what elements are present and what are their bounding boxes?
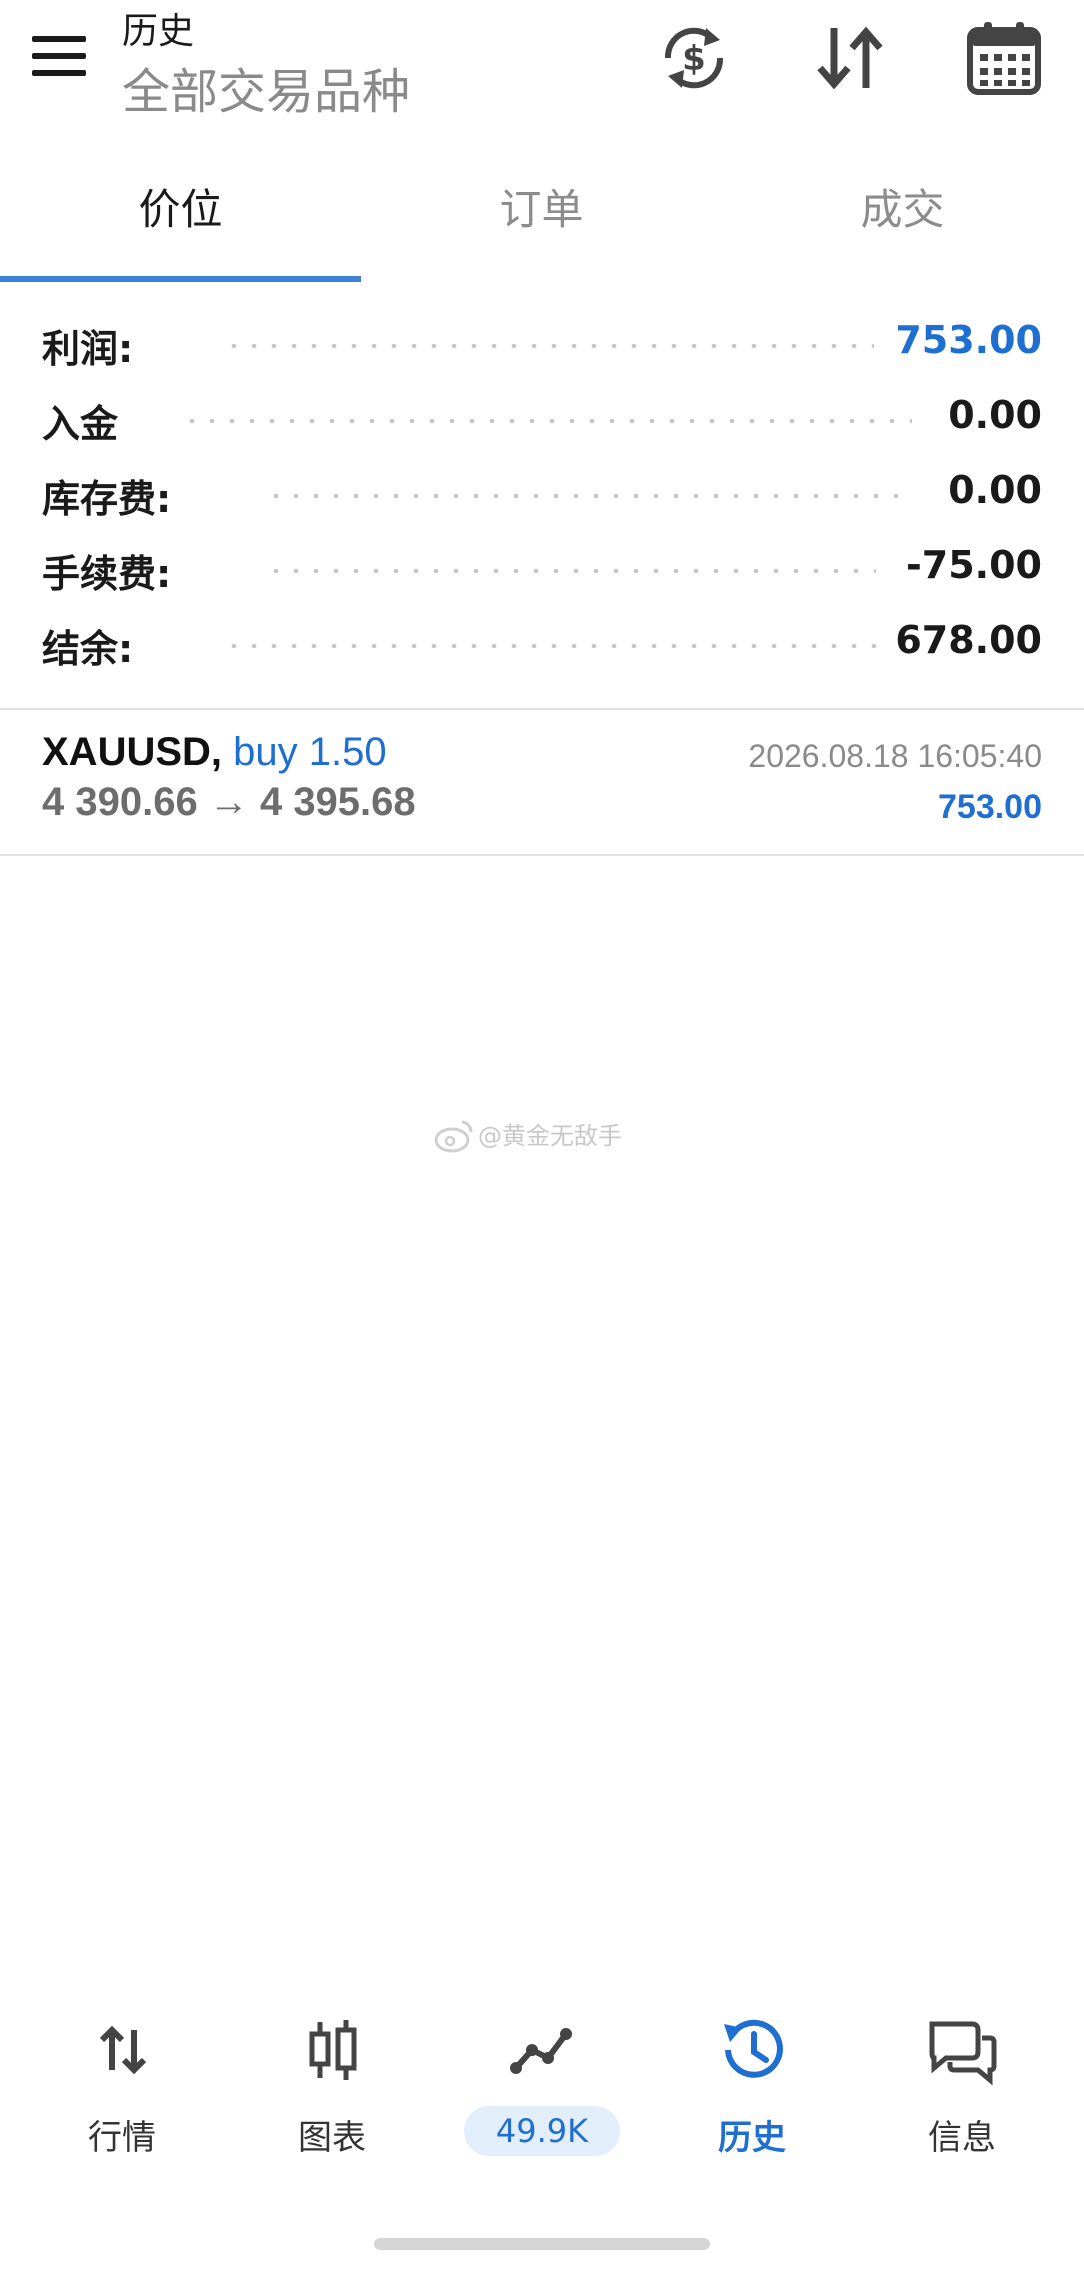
menu-icon[interactable] bbox=[32, 36, 88, 76]
dotted-leader bbox=[266, 494, 912, 498]
summary-row-balance: 结余: 678.00 bbox=[0, 610, 1084, 684]
deal-symbol: XAUUSD, buy 1.50 bbox=[42, 730, 387, 775]
dotted-leader bbox=[266, 569, 876, 573]
tab-orders[interactable]: 订单 bbox=[361, 160, 722, 260]
tab-positions[interactable]: 价位 bbox=[0, 160, 361, 260]
deal-time: 2026.08.18 16:05:40 bbox=[748, 738, 1042, 774]
summary-value: -75.00 bbox=[906, 543, 1042, 587]
nav-history[interactable]: 历史 bbox=[652, 2010, 852, 2160]
sort-icon[interactable] bbox=[810, 18, 890, 98]
summary-label: 入金 bbox=[42, 402, 119, 446]
summary-value: 678.00 bbox=[895, 618, 1042, 662]
divider bbox=[0, 854, 1084, 856]
deal-symbol-name: XAUUSD, bbox=[42, 730, 223, 774]
tab-deals[interactable]: 成交 bbox=[722, 160, 1083, 260]
deal-prices: 4 390.66 → 4 395.68 bbox=[42, 780, 416, 825]
messages-icon bbox=[922, 2010, 1002, 2090]
trade-line-icon bbox=[502, 2010, 582, 2090]
nav-messages[interactable]: 信息 bbox=[862, 2010, 1062, 2160]
summary-value: 0.00 bbox=[948, 468, 1042, 512]
dotted-leader bbox=[224, 644, 880, 648]
deal-open-price: 4 390.66 bbox=[42, 780, 198, 824]
weibo-logo-icon bbox=[434, 1118, 474, 1154]
dotted-leader bbox=[224, 344, 874, 348]
summary-row-swap: 库存费: 0.00 bbox=[0, 460, 1084, 534]
page-title: 历史 bbox=[122, 11, 195, 52]
summary-row-deposit: 入金 0.00 bbox=[0, 385, 1084, 459]
candlestick-chart-icon bbox=[292, 2010, 372, 2090]
svg-text:$: $ bbox=[682, 39, 706, 79]
dotted-leader bbox=[182, 419, 912, 423]
nav-label: 信息 bbox=[928, 2118, 996, 2158]
nav-trade[interactable]: 49.9K bbox=[442, 2010, 642, 2160]
summary-label: 库存费: bbox=[42, 477, 172, 521]
watermark-text: @黄金无敌手 bbox=[478, 1122, 622, 1150]
summary-row-profit: 利润: 753.00 bbox=[0, 310, 1084, 384]
nav-label: 行情 bbox=[88, 2118, 156, 2158]
summary-value: 0.00 bbox=[948, 393, 1042, 437]
history-clock-icon bbox=[712, 2010, 792, 2090]
symbol-filter[interactable]: 全部交易品种 bbox=[122, 52, 410, 122]
active-tab-indicator bbox=[0, 276, 361, 282]
nav-chart[interactable]: 图表 bbox=[232, 2010, 432, 2160]
calendar-icon[interactable] bbox=[964, 18, 1044, 98]
summary-label: 结余: bbox=[42, 627, 134, 671]
nav-label: 图表 bbox=[298, 2118, 366, 2158]
arrow-right-icon: → bbox=[208, 780, 249, 824]
nav-label: 历史 bbox=[718, 2118, 786, 2158]
currency-exchange-icon[interactable]: $ bbox=[654, 18, 734, 98]
deal-close-price: 4 395.68 bbox=[259, 780, 416, 824]
deal-side-volume: buy 1.50 bbox=[233, 730, 387, 774]
home-indicator[interactable] bbox=[374, 2238, 710, 2250]
summary-value: 753.00 bbox=[895, 318, 1042, 362]
quotes-arrows-icon bbox=[82, 2010, 162, 2090]
summary-label: 利润: bbox=[42, 327, 134, 371]
summary-label: 手续费: bbox=[42, 552, 172, 596]
tab-bar: 价位 订单 成交 bbox=[0, 160, 1084, 280]
nav-quotes[interactable]: 行情 bbox=[22, 2010, 222, 2160]
deal-profit: 753.00 bbox=[938, 788, 1042, 826]
summary-row-commission: 手续费: -75.00 bbox=[0, 535, 1084, 609]
trade-count-badge: 49.9K bbox=[464, 2106, 620, 2156]
